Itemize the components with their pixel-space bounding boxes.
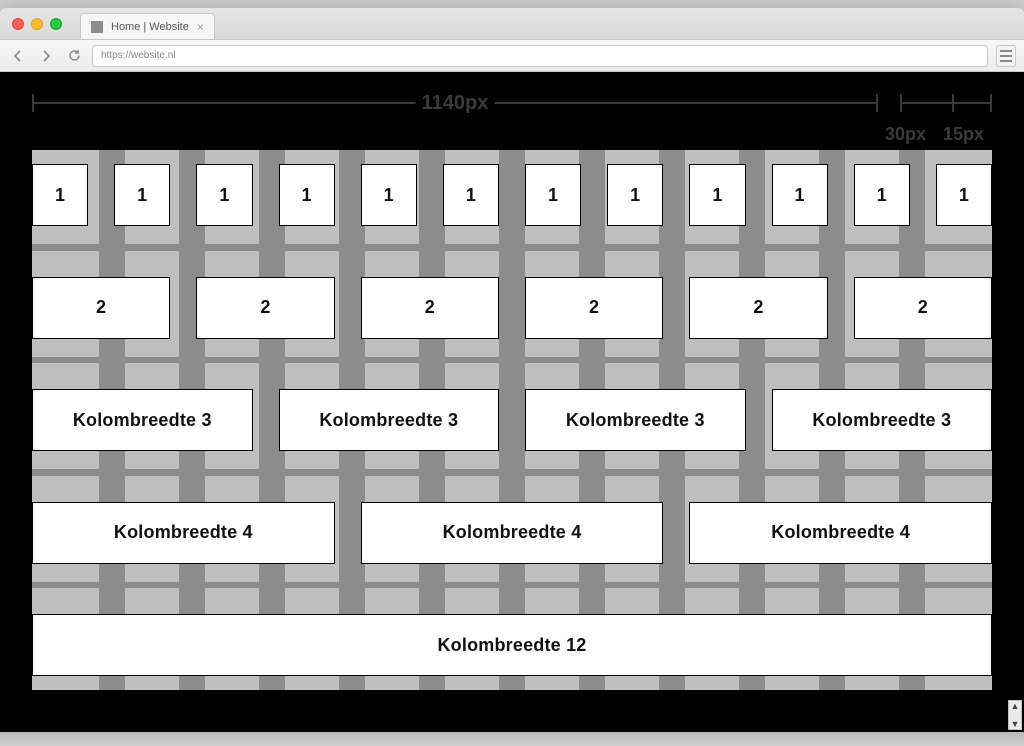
favicon-icon bbox=[91, 21, 103, 33]
tab-bar: Home | Website × bbox=[0, 8, 1024, 40]
close-window-icon[interactable] bbox=[12, 18, 24, 30]
padding-width-label: 15px bbox=[943, 124, 984, 145]
window-controls bbox=[8, 8, 72, 39]
grid-cell: Kolombreedte 4 bbox=[361, 502, 664, 564]
container-width-ruler: 1140px bbox=[32, 94, 878, 112]
grid-cell: 1 bbox=[854, 164, 910, 226]
scroll-up-icon[interactable]: ▲ bbox=[1011, 701, 1020, 711]
grid-cell: 1 bbox=[279, 164, 335, 226]
grid-cell: 2 bbox=[525, 277, 663, 339]
hamburger-menu-icon[interactable] bbox=[996, 45, 1016, 67]
row-separator bbox=[32, 244, 992, 251]
grid-cell: 1 bbox=[443, 164, 499, 226]
gutter-ruler bbox=[900, 94, 954, 112]
padding-ruler bbox=[952, 94, 992, 112]
tab-title: Home | Website bbox=[111, 21, 189, 33]
window-footer-shadow bbox=[0, 732, 1024, 746]
grid-cell: Kolombreedte 4 bbox=[32, 502, 335, 564]
grid-cell: 1 bbox=[32, 164, 88, 226]
grid-diagram: 1 1 1 1 1 1 1 1 1 1 1 1 2 2 2 bbox=[32, 150, 992, 690]
forward-button[interactable] bbox=[36, 46, 56, 66]
grid-cell: 2 bbox=[854, 277, 992, 339]
grid-cell: 2 bbox=[32, 277, 170, 339]
grid-cell: 1 bbox=[936, 164, 992, 226]
grid-cell: Kolombreedte 4 bbox=[689, 502, 992, 564]
gutter-width-label: 30px bbox=[885, 124, 926, 145]
grid-cell: Kolombreedte 12 bbox=[32, 614, 992, 676]
grid-cell: 2 bbox=[196, 277, 334, 339]
url-input[interactable]: https://website.nl bbox=[92, 45, 988, 67]
row-span-1: 1 1 1 1 1 1 1 1 1 1 1 1 bbox=[32, 150, 992, 240]
grid-rows: 1 1 1 1 1 1 1 1 1 1 1 1 2 2 2 bbox=[32, 150, 992, 690]
container-width-label: 1140px bbox=[416, 92, 495, 115]
browser-window: Home | Website × https://website.nl 1140… bbox=[0, 8, 1024, 746]
row-span-3: Kolombreedte 3 Kolombreedte 3 Kolombreed… bbox=[32, 375, 992, 465]
grid-cell: 1 bbox=[689, 164, 745, 226]
grid-cell: 1 bbox=[772, 164, 828, 226]
dimension-ruler: 1140px 30px 15px bbox=[16, 90, 1008, 150]
page-viewport: 1140px 30px 15px 1 1 1 1 bbox=[0, 72, 1024, 732]
grid-cell: 1 bbox=[361, 164, 417, 226]
maximize-window-icon[interactable] bbox=[50, 18, 62, 30]
row-span-4: Kolombreedte 4 Kolombreedte 4 Kolombreed… bbox=[32, 488, 992, 578]
grid-cell: 1 bbox=[196, 164, 252, 226]
close-tab-icon[interactable]: × bbox=[197, 20, 204, 34]
row-separator bbox=[32, 582, 992, 589]
nav-bar: https://website.nl bbox=[0, 40, 1024, 72]
grid-cell: Kolombreedte 3 bbox=[772, 389, 993, 451]
minimize-window-icon[interactable] bbox=[31, 18, 43, 30]
grid-cell: 1 bbox=[525, 164, 581, 226]
row-separator bbox=[32, 469, 992, 476]
row-separator bbox=[32, 357, 992, 364]
gutter-rulers: 30px 15px bbox=[900, 94, 992, 112]
grid-cell: Kolombreedte 3 bbox=[279, 389, 500, 451]
scrollbar-stub[interactable]: ▲ ▼ bbox=[1008, 700, 1022, 730]
grid-cell: 2 bbox=[361, 277, 499, 339]
reload-button[interactable] bbox=[64, 46, 84, 66]
grid-cell: 1 bbox=[114, 164, 170, 226]
row-span-12: Kolombreedte 12 bbox=[32, 600, 992, 690]
grid-cell: Kolombreedte 3 bbox=[32, 389, 253, 451]
grid-cell: 2 bbox=[689, 277, 827, 339]
url-text: https://website.nl bbox=[101, 50, 175, 61]
row-span-2: 2 2 2 2 2 2 bbox=[32, 263, 992, 353]
grid-cell: 1 bbox=[607, 164, 663, 226]
browser-tab[interactable]: Home | Website × bbox=[80, 13, 215, 39]
grid-cell: Kolombreedte 3 bbox=[525, 389, 746, 451]
scroll-down-icon[interactable]: ▼ bbox=[1011, 719, 1020, 729]
back-button[interactable] bbox=[8, 46, 28, 66]
